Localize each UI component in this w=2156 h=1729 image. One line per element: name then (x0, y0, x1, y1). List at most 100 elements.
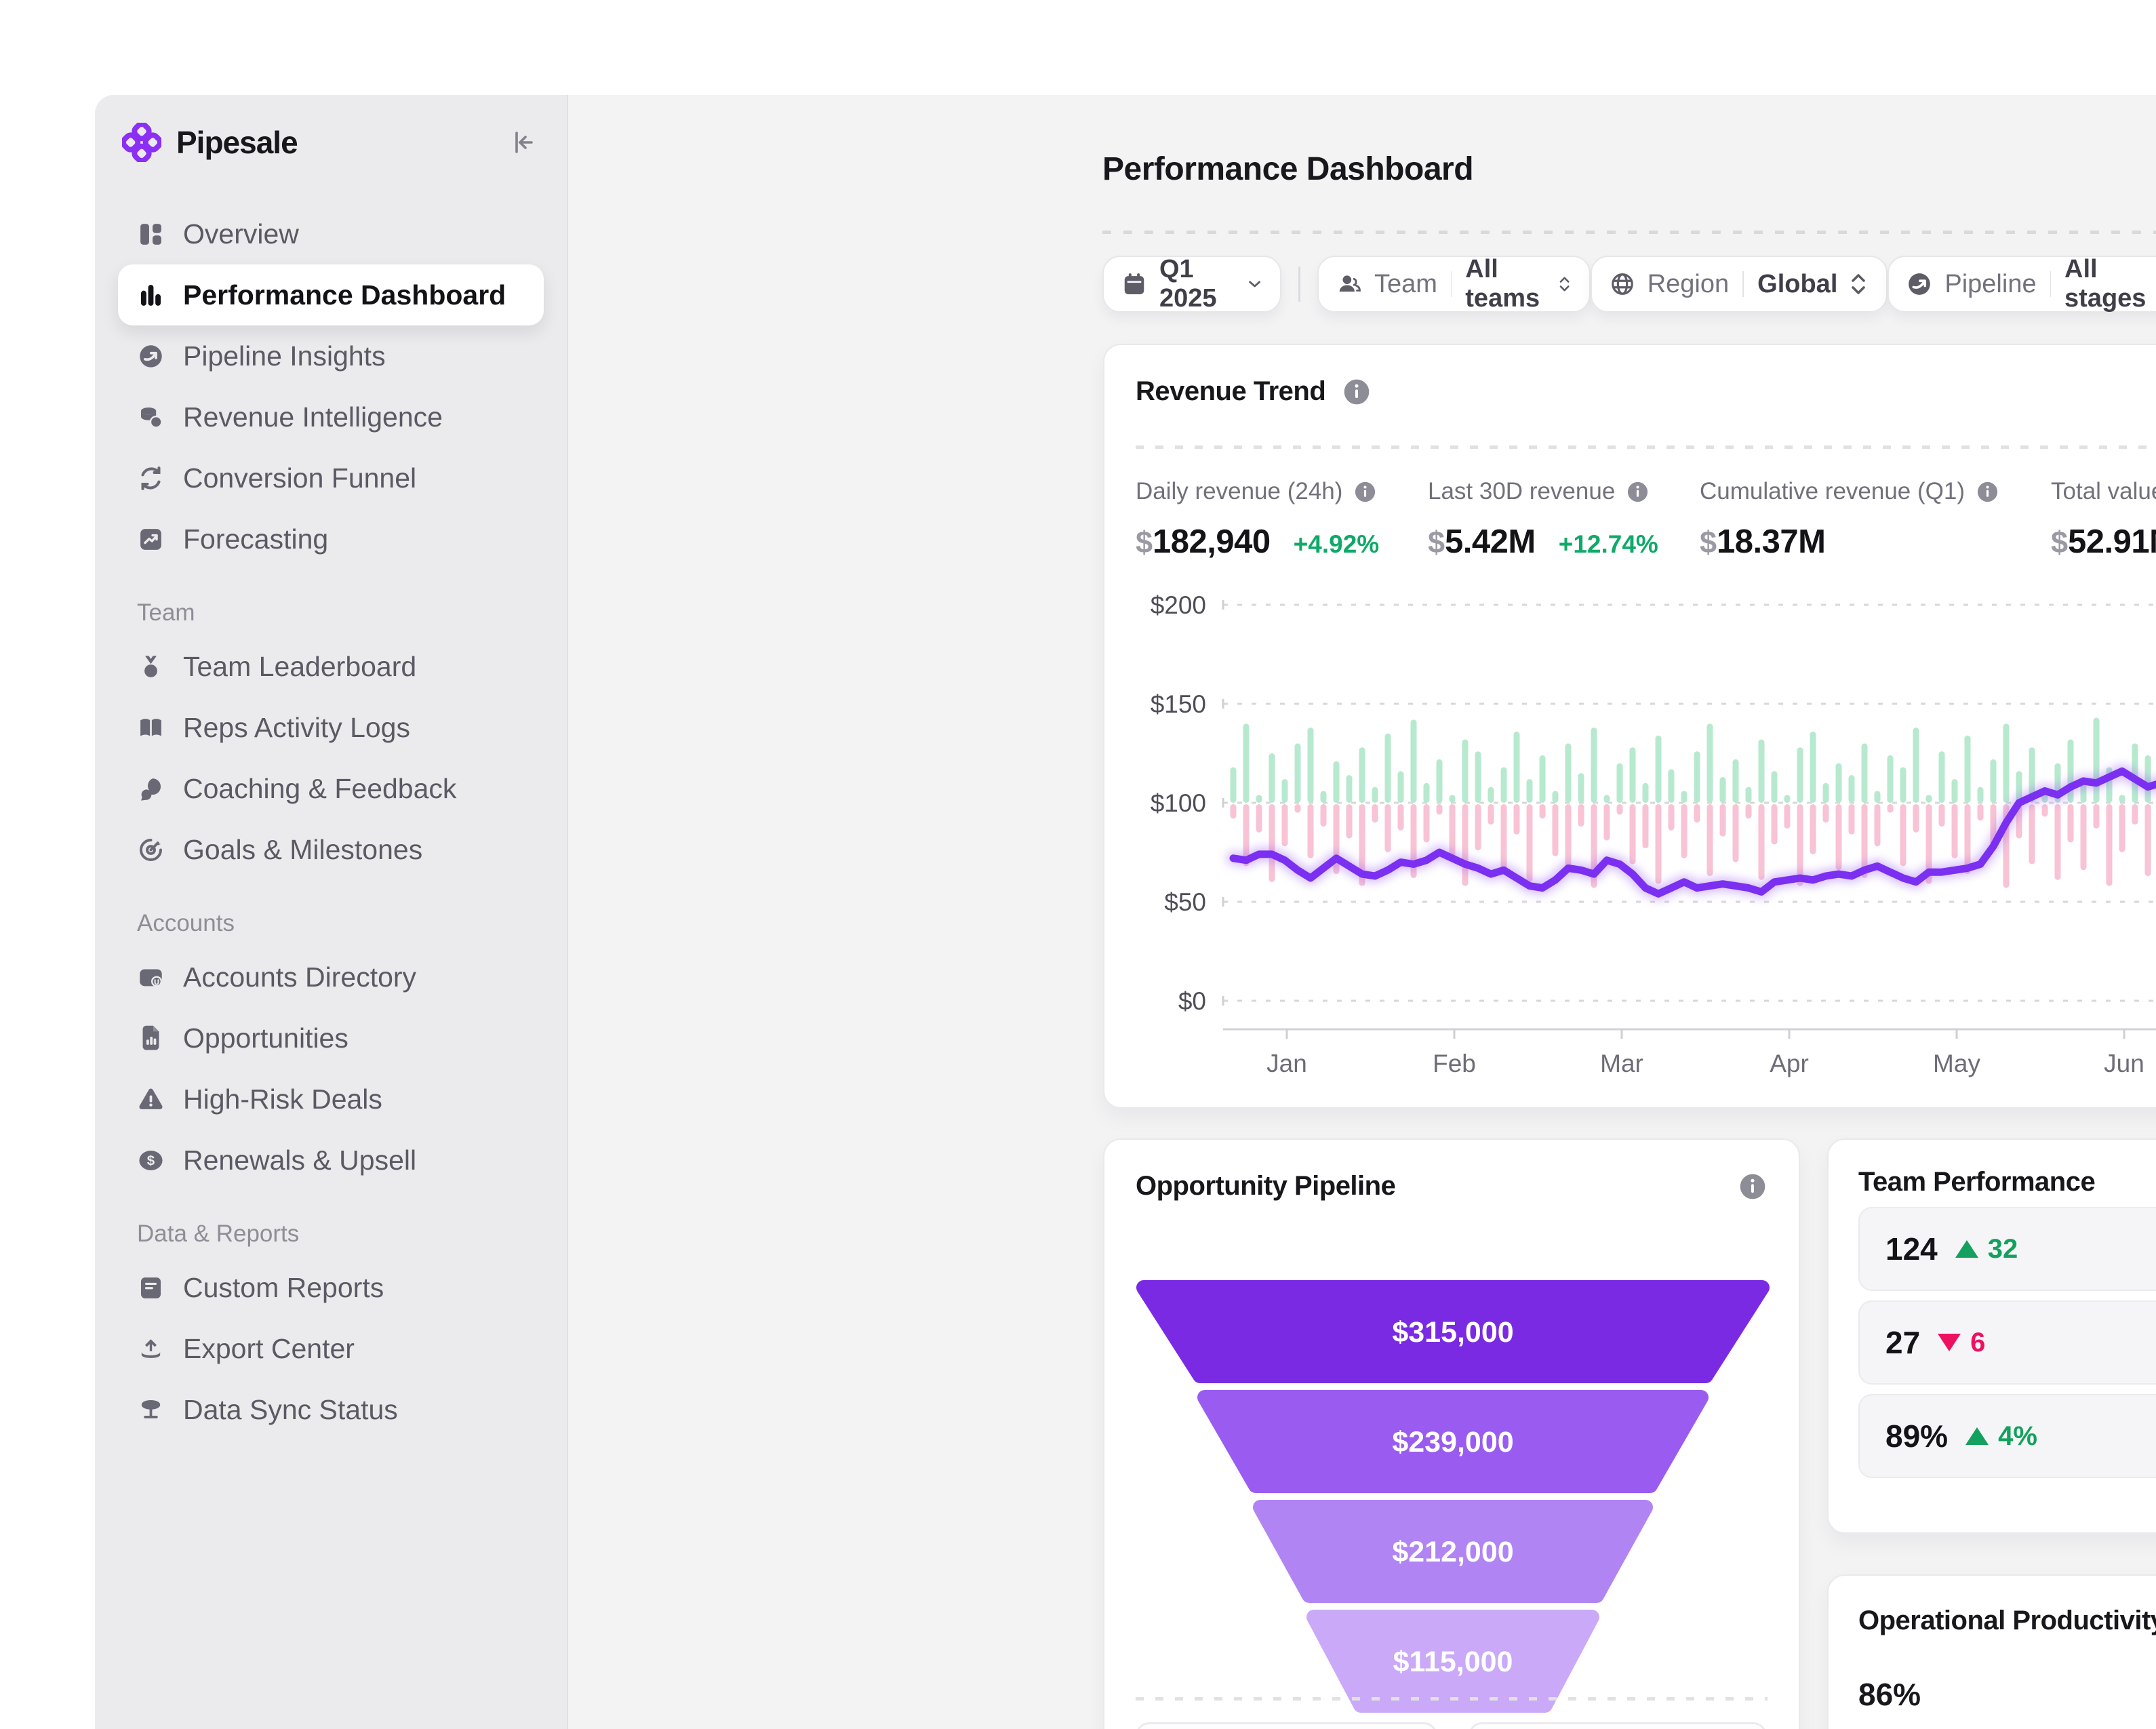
sidebar-item-coaching-feedback[interactable]: Coaching & Feedback (118, 758, 544, 819)
sidebar-header: Pipesale (118, 108, 544, 176)
title-separator (1102, 231, 2156, 234)
svg-text:$239,000: $239,000 (1392, 1426, 1513, 1458)
sidebar-item-overview[interactable]: Overview (118, 203, 544, 264)
team-filter[interactable]: Team All teams (1317, 255, 1591, 313)
gauge-arc (1829, 1576, 2156, 1729)
team-performance-row-completion-rate: 89% 4% Completion Rate (1858, 1394, 2156, 1478)
sidebar-item-export-center[interactable]: Export Center (118, 1318, 544, 1379)
currency-sign: $ (1700, 525, 1717, 559)
info-icon[interactable] (1342, 377, 1372, 407)
sidebar-item-label: Team Leaderboard (183, 650, 417, 682)
globe-icon (1611, 273, 1633, 295)
sidebar-item-forecasting[interactable]: Forecasting (118, 509, 544, 570)
sidebar-item-label: Performance Dashboard (183, 279, 506, 311)
region-value: Global (1757, 269, 1838, 298)
sidebar-item-label: Custom Reports (183, 1271, 384, 1303)
sidebar-item-team-leaderboard[interactable]: Team Leaderboard (118, 636, 544, 697)
pipeline-value: All stages (2064, 255, 2147, 313)
stat-value: 182,940 (1153, 523, 1271, 560)
sidebar-item-goals-milestones[interactable]: Goals & Milestones (118, 819, 544, 880)
metric-delta: 6 (1970, 1327, 1986, 1357)
svg-text:$200: $200 (1151, 591, 1206, 619)
main-content: Performance Dashboard Q1 2025 Team All t… (568, 95, 2156, 1729)
sidebar-item-custom-reports[interactable]: Custom Reports (118, 1257, 544, 1318)
pipeline-label: Pipeline (1944, 269, 2037, 298)
info-icon[interactable] (1626, 480, 1650, 504)
stat-label: Last 30D revenue (1428, 478, 1616, 504)
info-icon[interactable] (1353, 480, 1377, 504)
sidebar: Pipesale Overview Performance Dashboard (95, 95, 568, 1729)
sidebar-item-performance-dashboard[interactable]: Performance Dashboard (118, 264, 544, 325)
stat-total-deals-value: Total value of deals $52.91M (2051, 478, 2156, 561)
team-label: Team (1374, 269, 1437, 298)
overview-icon (140, 223, 161, 245)
pipeline-icon (1909, 273, 1931, 295)
sidebar-item-opportunities[interactable]: Opportunities (118, 1008, 544, 1069)
stat-value: 18.37M (1717, 523, 1826, 560)
stat-daily-revenue: Daily revenue (24h) $182,940 +4.92% (1136, 478, 1379, 561)
svg-text:May: May (1933, 1050, 1980, 1077)
sidebar-item-label: Pipeline Insights (183, 340, 386, 372)
stat-value: 5.42M (1445, 523, 1536, 560)
trend-box-icon (140, 528, 161, 550)
metric-value: 89% (1885, 1418, 1949, 1454)
team-performance-card: Team Performance 124 32 Completed 27 6 P… (1827, 1138, 2156, 1534)
sidebar-item-high-risk-deals[interactable]: High-Risk Deals (118, 1069, 544, 1130)
team-performance-row-pending: 27 6 Pending (1858, 1300, 2156, 1385)
delta-up-icon (1955, 1240, 1978, 1258)
opportunity-pipeline-card: Opportunity Pipeline $315,000 $239,000 $21… (1103, 1138, 1800, 1729)
sort-chevrons-icon (1559, 277, 1570, 292)
file-chart-icon (142, 1025, 159, 1050)
sidebar-item-renewals-upsell[interactable]: $ Renewals & Upsell (118, 1130, 544, 1191)
filter-divider (1298, 266, 1300, 302)
info-icon[interactable] (1976, 480, 1999, 504)
revenue-trend-chart: $200$150$100$50$0JanFebMarAprMayJunJulAu… (1151, 591, 2156, 1077)
svg-text:$: $ (147, 1153, 155, 1168)
app-panel: Pipesale Overview Performance Dashboard (95, 95, 2156, 1729)
sidebar-section-data-reports: Data & Reports (137, 1220, 300, 1247)
funnel-footer-box[interactable] (1136, 1722, 1437, 1729)
sidebar-item-accounts-directory[interactable]: Accounts Directory (118, 947, 544, 1008)
stat-label: Cumulative revenue (Q1) (1700, 478, 1965, 504)
cycle-icon (141, 466, 161, 490)
database-icon (141, 1399, 161, 1418)
card-title: Opportunity Pipeline (1136, 1171, 1396, 1201)
dollar-coin-icon: $ (139, 1150, 163, 1170)
calendar-icon (1124, 273, 1144, 295)
stat-value: 52.91M (2068, 523, 2156, 560)
stat-delta: +4.92% (1293, 530, 1380, 558)
delta-down-icon (1938, 1334, 1961, 1351)
pipeline-filter[interactable]: Pipeline All stages (1888, 255, 2156, 313)
region-filter[interactable]: Region Global (1590, 256, 1888, 313)
sidebar-item-conversion-funnel[interactable]: Conversion Funnel (118, 448, 544, 509)
warning-icon (139, 1088, 163, 1109)
sidebar-item-label: Reps Activity Logs (183, 711, 410, 743)
book-icon (140, 718, 161, 736)
collapse-sidebar-icon[interactable] (508, 127, 538, 157)
sidebar-item-label: Overview (183, 218, 299, 250)
sidebar-item-revenue-intelligence[interactable]: Revenue Intelligence (118, 386, 544, 448)
currency-sign: $ (2051, 525, 2069, 559)
svg-text:Jan: Jan (1266, 1050, 1307, 1077)
svg-text:Jun: Jun (2104, 1050, 2144, 1077)
filter-bar: Q1 2025 Team All teams Region Global Pip… (1102, 255, 2156, 313)
sidebar-item-label: Goals & Milestones (183, 833, 423, 865)
sidebar-item-data-sync-status[interactable]: Data Sync Status (118, 1379, 544, 1440)
sidebar-item-pipeline-insights[interactable]: Pipeline Insights (118, 325, 544, 386)
stat-delta: +12.74% (1558, 530, 1658, 558)
coins-icon (140, 407, 163, 429)
sidebar-section-team: Team (137, 599, 195, 626)
period-filter[interactable]: Q1 2025 (1102, 255, 1282, 313)
svg-text:$212,000: $212,000 (1392, 1536, 1513, 1568)
stat-30d-revenue: Last 30D revenue $5.42M +12.74% (1428, 478, 1658, 561)
sidebar-item-reps-activity-logs[interactable]: Reps Activity Logs (118, 697, 544, 758)
funnel-footer-box[interactable] (1469, 1722, 1767, 1729)
chat-icon (140, 778, 161, 801)
report-icon (140, 1277, 161, 1298)
period-value: Q1 2025 (1159, 255, 1217, 313)
info-icon[interactable] (1738, 1172, 1768, 1201)
chevron-down-icon (1249, 281, 1261, 287)
currency-sign: $ (1428, 525, 1445, 559)
wallet-icon (140, 969, 163, 987)
funnel-chart: $315,000 $239,000 $212,000 $115,000 (1136, 1280, 1770, 1713)
